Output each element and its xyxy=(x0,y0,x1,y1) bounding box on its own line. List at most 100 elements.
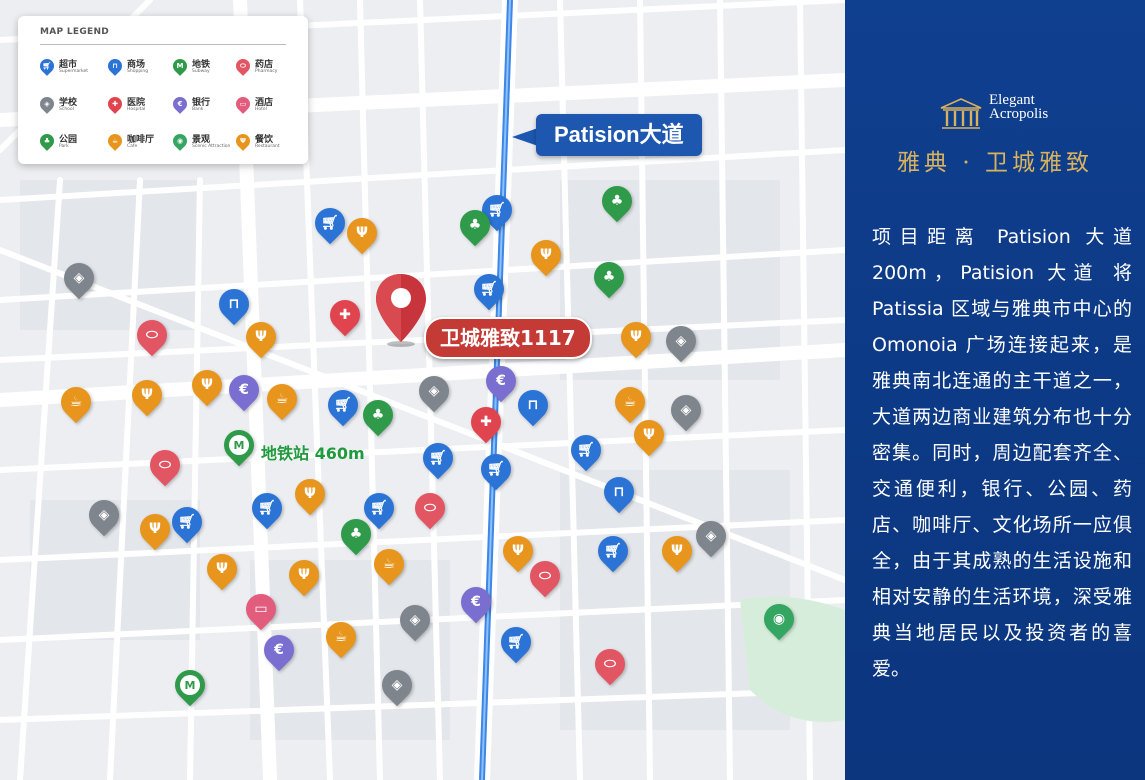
map-marker-restaurant[interactable]: Ψ xyxy=(200,547,244,592)
map-marker-supermarket[interactable]: 🛒︎ xyxy=(245,486,289,531)
shopping-bag-icon: ⊓ xyxy=(527,397,539,413)
fork-knife-icon: Ψ xyxy=(671,543,683,559)
map-marker-restaurant[interactable]: Ψ xyxy=(614,315,658,360)
tree-icon: ♣ xyxy=(610,193,624,209)
legend-item-cafe: ☕︎ 咖啡厅 Cafe xyxy=(105,131,172,154)
road-name-label: Patision大道 xyxy=(536,114,702,156)
map-marker-pharmacy[interactable]: ⬭ xyxy=(143,443,187,488)
fork-knife-icon: Ψ xyxy=(149,521,161,537)
map-marker-cafe[interactable]: ☕︎ xyxy=(260,377,304,422)
map-marker-shopping[interactable]: ⊓ xyxy=(597,470,641,515)
legend-item-pharmacy: ⬭ 药店 Pharmacy xyxy=(233,56,300,79)
map-marker-restaurant[interactable]: Ψ xyxy=(340,211,384,256)
metro-station-marker[interactable]: M xyxy=(217,423,261,468)
metro-icon: M xyxy=(224,430,254,460)
tree-icon: ♣ xyxy=(468,217,482,233)
shopping-bag-icon: ⊓ xyxy=(112,62,118,70)
map-marker-supermarket[interactable]: 🛒︎ xyxy=(321,383,365,428)
pill-icon: ⬭ xyxy=(146,327,158,343)
map-marker-pharmacy[interactable]: ⬭ xyxy=(523,554,567,599)
map-marker-bank[interactable]: € xyxy=(479,359,523,404)
map-marker-school[interactable]: ◈ xyxy=(82,493,126,538)
tree-icon: ♣ xyxy=(602,269,616,285)
map-canvas[interactable]: 🛒︎ 🛒︎ 🛒︎ 🛒︎ 🛒︎ 🛒︎ 🛒︎ 🛒︎ 🛒︎ 🛒︎ 🛒︎ 🛒︎ ⊓ ⊓ … xyxy=(0,0,845,780)
map-marker-restaurant[interactable]: Ψ xyxy=(125,373,169,418)
legend-sublabel: Cafe xyxy=(127,144,138,149)
shopping-bag-icon: ⊓ xyxy=(613,484,625,500)
legend-sublabel: Pharmacy xyxy=(255,69,278,74)
info-panel: Elegant Acropolis 雅典 · 卫城雅致 项目距离 Patisio… xyxy=(845,0,1145,780)
map-marker-supermarket[interactable]: 🛒︎ xyxy=(564,428,608,473)
map-marker-park[interactable]: ♣ xyxy=(453,203,497,248)
map-marker-supermarket[interactable]: 🛒︎ xyxy=(467,267,511,312)
map-marker-restaurant[interactable]: Ψ xyxy=(133,507,177,552)
cart-icon: 🛒︎ xyxy=(487,461,505,477)
cart-icon: 🛒︎ xyxy=(258,500,276,516)
logo-line-1: Elegant xyxy=(989,92,1035,108)
map-marker-bank[interactable]: € xyxy=(257,628,301,673)
map-marker-bank[interactable]: € xyxy=(454,580,498,625)
map-marker-park[interactable]: ♣ xyxy=(595,179,639,224)
map-marker-shopping[interactable]: ⊓ xyxy=(511,383,555,428)
euro-icon: € xyxy=(274,642,284,658)
map-marker-restaurant[interactable]: Ψ xyxy=(282,553,326,598)
coffee-cup-icon: ☕︎ xyxy=(334,629,348,645)
map-marker-bank[interactable]: € xyxy=(222,368,266,413)
map-marker-restaurant[interactable]: Ψ xyxy=(288,472,332,517)
map-marker-cafe[interactable]: ☕︎ xyxy=(319,615,363,660)
project-location-pin-icon[interactable] xyxy=(373,272,429,348)
legend-item-shopping: ⊓ 商场 Shopping xyxy=(105,56,172,79)
map-marker-school[interactable]: ◈ xyxy=(659,319,703,364)
map-marker-school[interactable]: ◈ xyxy=(393,598,437,643)
medical-cross-icon: ✚ xyxy=(112,100,118,108)
legend-sublabel: School xyxy=(59,107,74,112)
map-marker-school[interactable]: ◈ xyxy=(57,256,101,301)
legend-sublabel: Shopping xyxy=(127,69,149,74)
map-marker-school[interactable]: ◈ xyxy=(412,369,456,414)
map-marker-school[interactable]: ◈ xyxy=(664,388,708,433)
logo-wordmark: Elegant Acropolis xyxy=(989,92,1048,122)
map-marker-supermarket[interactable]: 🛒︎ xyxy=(494,620,538,665)
medical-cross-icon: ✚ xyxy=(339,307,351,323)
medical-cross-icon: ✚ xyxy=(480,414,492,430)
graduation-cap-icon: ◈ xyxy=(44,100,50,108)
fork-knife-icon: Ψ xyxy=(216,561,228,577)
map-marker-subway[interactable]: M xyxy=(168,663,212,708)
legend-item-hospital: ✚ 医院 Hospital xyxy=(105,94,172,117)
cart-icon: 🛒︎ xyxy=(42,62,52,70)
bed-icon: ▭ xyxy=(239,100,247,108)
map-marker-hotel[interactable]: ▭ xyxy=(239,587,283,632)
map-marker-cafe[interactable]: ☕︎ xyxy=(608,380,652,425)
map-marker-school[interactable]: ◈ xyxy=(375,663,419,708)
fork-knife-icon: Ψ xyxy=(240,137,246,145)
map-marker-restaurant[interactable]: Ψ xyxy=(524,233,568,278)
map-marker-hospital[interactable]: ✚ xyxy=(464,400,508,445)
map-marker-cafe[interactable]: ☕︎ xyxy=(367,542,411,587)
map-marker-park[interactable]: ♣ xyxy=(587,255,631,300)
map-marker-supermarket[interactable]: 🛒︎ xyxy=(308,201,352,246)
euro-icon: € xyxy=(177,100,183,108)
legend-sublabel: Bank xyxy=(192,107,204,112)
map-marker-school[interactable]: ◈ xyxy=(689,514,733,559)
map-marker-park[interactable]: ♣ xyxy=(334,512,378,557)
map-marker-pharmacy[interactable]: ⬭ xyxy=(130,313,174,358)
legend-sublabel: Park xyxy=(59,144,69,149)
map-marker-restaurant[interactable]: Ψ xyxy=(185,363,229,408)
map-marker-pharmacy[interactable]: ⬭ xyxy=(408,486,452,531)
map-marker-restaurant[interactable]: Ψ xyxy=(239,315,283,360)
camera-icon: ◉ xyxy=(772,611,786,627)
map-marker-restaurant[interactable]: Ψ xyxy=(655,529,699,574)
legend-item-hotel: ▭ 酒店 Hotel xyxy=(233,94,300,117)
legend-item-supermarket: 🛒︎ 超市 Supermarket xyxy=(37,56,104,79)
map-marker-supermarket[interactable]: 🛒︎ xyxy=(591,529,635,574)
bed-icon: ▭ xyxy=(254,601,268,617)
map-marker-park[interactable]: ♣ xyxy=(356,393,400,438)
map-marker-supermarket[interactable]: 🛒︎ xyxy=(416,436,460,481)
map-marker-pharmacy[interactable]: ⬭ xyxy=(588,642,632,687)
map-marker-supermarket[interactable]: 🛒︎ xyxy=(474,447,518,492)
map-marker-supermarket[interactable]: 🛒︎ xyxy=(165,500,209,545)
project-description: 项目距离 Patision 大道 200m，Patision 大道 将 Pati… xyxy=(872,226,1132,680)
map-marker-attraction[interactable]: ◉ xyxy=(757,597,801,642)
map-marker-hospital[interactable]: ✚ xyxy=(323,293,367,338)
map-marker-cafe[interactable]: ☕︎ xyxy=(54,380,98,425)
